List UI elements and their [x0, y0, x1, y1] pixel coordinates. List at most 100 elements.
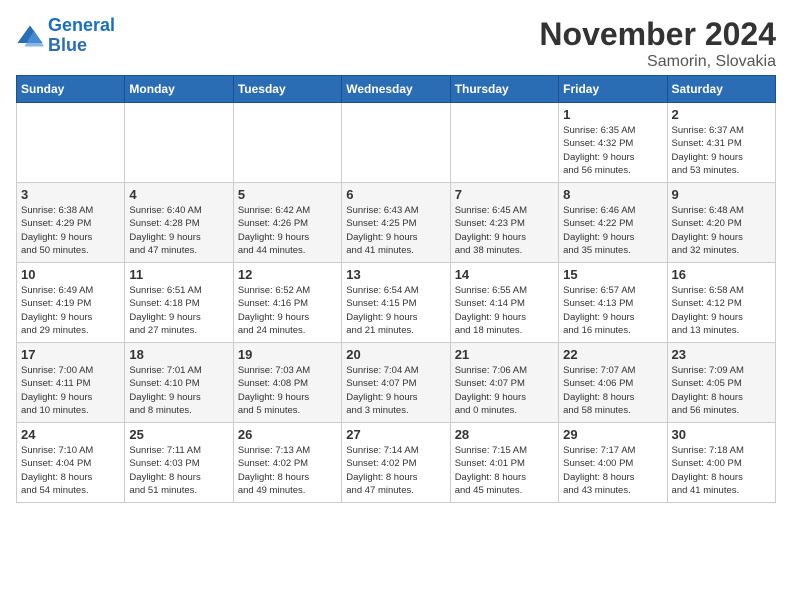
calendar-cell: 17 Sunrise: 7:00 AM Sunset: 4:11 PM Dayli…: [17, 343, 125, 423]
day-number: 5: [238, 187, 337, 202]
day-info: Sunrise: 6:49 AM Sunset: 4:19 PM Dayligh…: [21, 284, 120, 337]
day-number: 8: [563, 187, 662, 202]
day-info: Sunrise: 7:04 AM Sunset: 4:07 PM Dayligh…: [346, 364, 445, 417]
calendar-cell: 27 Sunrise: 7:14 AM Sunset: 4:02 PM Dayli…: [342, 423, 450, 503]
day-info: Sunrise: 6:55 AM Sunset: 4:14 PM Dayligh…: [455, 284, 554, 337]
logo-line1: General: [48, 15, 115, 35]
calendar-cell: 7Sunrise: 6:45 AM Sunset: 4:23 PM Daylig…: [450, 183, 558, 263]
calendar-cell: 11 Sunrise: 6:51 AM Sunset: 4:18 PM Dayli…: [125, 263, 233, 343]
day-info: Sunrise: 6:38 AM Sunset: 4:29 PM Dayligh…: [21, 204, 120, 257]
day-info: Sunrise: 6:48 AM Sunset: 4:20 PM Dayligh…: [672, 204, 771, 257]
header-wednesday: Wednesday: [342, 76, 450, 103]
calendar-cell: 5Sunrise: 6:42 AM Sunset: 4:26 PM Daylig…: [233, 183, 341, 263]
day-number: 13: [346, 267, 445, 282]
day-number: 2: [672, 107, 771, 122]
day-info: Sunrise: 7:10 AM Sunset: 4:04 PM Dayligh…: [21, 444, 120, 497]
day-number: 24: [21, 427, 120, 442]
calendar-cell: 18Sunrise: 7:01 AM Sunset: 4:10 PM Dayli…: [125, 343, 233, 423]
day-number: 6: [346, 187, 445, 202]
day-info: Sunrise: 6:51 AM Sunset: 4:18 PM Dayligh…: [129, 284, 228, 337]
day-info: Sunrise: 7:06 AM Sunset: 4:07 PM Dayligh…: [455, 364, 554, 417]
day-number: 27: [346, 427, 445, 442]
day-info: Sunrise: 7:00 AM Sunset: 4:11 PM Dayligh…: [21, 364, 120, 417]
calendar-cell: 22 Sunrise: 7:07 AM Sunset: 4:06 PM Dayli…: [559, 343, 667, 423]
day-info: Sunrise: 7:14 AM Sunset: 4:02 PM Dayligh…: [346, 444, 445, 497]
calendar-cell: 3 Sunrise: 6:38 AM Sunset: 4:29 PM Daylig…: [17, 183, 125, 263]
calendar-cell: 4 Sunrise: 6:40 AM Sunset: 4:28 PM Daylig…: [125, 183, 233, 263]
calendar-cell: 19 Sunrise: 7:03 AM Sunset: 4:08 PM Dayli…: [233, 343, 341, 423]
day-number: 30: [672, 427, 771, 442]
day-info: Sunrise: 6:58 AM Sunset: 4:12 PM Dayligh…: [672, 284, 771, 337]
day-info: Sunrise: 7:13 AM Sunset: 4:02 PM Dayligh…: [238, 444, 337, 497]
logo: General Blue: [16, 16, 115, 56]
page-container: General Blue November 2024 Samorin, Slov…: [0, 0, 792, 511]
calendar-cell: 21Sunrise: 7:06 AM Sunset: 4:07 PM Dayli…: [450, 343, 558, 423]
calendar-week-1: 1 Sunrise: 6:35 AM Sunset: 4:32 PM Daylig…: [17, 103, 776, 183]
day-number: 29: [563, 427, 662, 442]
day-info: Sunrise: 7:18 AM Sunset: 4:00 PM Dayligh…: [672, 444, 771, 497]
day-info: Sunrise: 6:43 AM Sunset: 4:25 PM Dayligh…: [346, 204, 445, 257]
calendar-week-3: 10 Sunrise: 6:49 AM Sunset: 4:19 PM Dayli…: [17, 263, 776, 343]
day-number: 16: [672, 267, 771, 282]
day-info: Sunrise: 7:07 AM Sunset: 4:06 PM Dayligh…: [563, 364, 662, 417]
calendar-cell: 30 Sunrise: 7:18 AM Sunset: 4:00 PM Dayli…: [667, 423, 775, 503]
day-info: Sunrise: 6:35 AM Sunset: 4:32 PM Dayligh…: [563, 124, 662, 177]
calendar-cell: 6 Sunrise: 6:43 AM Sunset: 4:25 PM Daylig…: [342, 183, 450, 263]
day-number: 10: [21, 267, 120, 282]
calendar-cell: 13 Sunrise: 6:54 AM Sunset: 4:15 PM Dayli…: [342, 263, 450, 343]
header-thursday: Thursday: [450, 76, 558, 103]
header-monday: Monday: [125, 76, 233, 103]
day-info: Sunrise: 6:45 AM Sunset: 4:23 PM Dayligh…: [455, 204, 554, 257]
day-number: 3: [21, 187, 120, 202]
calendar-cell: 10 Sunrise: 6:49 AM Sunset: 4:19 PM Dayli…: [17, 263, 125, 343]
calendar-cell: 9 Sunrise: 6:48 AM Sunset: 4:20 PM Daylig…: [667, 183, 775, 263]
day-number: 9: [672, 187, 771, 202]
calendar-cell: [125, 103, 233, 183]
day-number: 4: [129, 187, 228, 202]
day-info: Sunrise: 7:17 AM Sunset: 4:00 PM Dayligh…: [563, 444, 662, 497]
calendar-week-4: 17 Sunrise: 7:00 AM Sunset: 4:11 PM Dayli…: [17, 343, 776, 423]
day-info: Sunrise: 7:03 AM Sunset: 4:08 PM Dayligh…: [238, 364, 337, 417]
day-info: Sunrise: 6:54 AM Sunset: 4:15 PM Dayligh…: [346, 284, 445, 337]
day-info: Sunrise: 6:37 AM Sunset: 4:31 PM Dayligh…: [672, 124, 771, 177]
calendar-cell: 20Sunrise: 7:04 AM Sunset: 4:07 PM Dayli…: [342, 343, 450, 423]
day-number: 28: [455, 427, 554, 442]
calendar-cell: 24 Sunrise: 7:10 AM Sunset: 4:04 PM Dayli…: [17, 423, 125, 503]
calendar-cell: 23Sunrise: 7:09 AM Sunset: 4:05 PM Dayli…: [667, 343, 775, 423]
day-number: 17: [21, 347, 120, 362]
header-friday: Friday: [559, 76, 667, 103]
title-block: November 2024 Samorin, Slovakia: [539, 16, 776, 71]
day-info: Sunrise: 6:40 AM Sunset: 4:28 PM Dayligh…: [129, 204, 228, 257]
day-info: Sunrise: 7:15 AM Sunset: 4:01 PM Dayligh…: [455, 444, 554, 497]
day-info: Sunrise: 7:01 AM Sunset: 4:10 PM Dayligh…: [129, 364, 228, 417]
calendar-cell: 1 Sunrise: 6:35 AM Sunset: 4:32 PM Daylig…: [559, 103, 667, 183]
calendar-cell: 28 Sunrise: 7:15 AM Sunset: 4:01 PM Dayli…: [450, 423, 558, 503]
calendar-cell: 15Sunrise: 6:57 AM Sunset: 4:13 PM Dayli…: [559, 263, 667, 343]
day-number: 12: [238, 267, 337, 282]
header: General Blue November 2024 Samorin, Slov…: [16, 16, 776, 71]
header-tuesday: Tuesday: [233, 76, 341, 103]
day-number: 26: [238, 427, 337, 442]
day-number: 19: [238, 347, 337, 362]
day-number: 22: [563, 347, 662, 362]
calendar-cell: 29 Sunrise: 7:17 AM Sunset: 4:00 PM Dayli…: [559, 423, 667, 503]
day-number: 1: [563, 107, 662, 122]
logo-icon: [16, 22, 44, 50]
header-saturday: Saturday: [667, 76, 775, 103]
day-number: 25: [129, 427, 228, 442]
logo-text: General Blue: [48, 16, 115, 56]
calendar-cell: 25Sunrise: 7:11 AM Sunset: 4:03 PM Dayli…: [125, 423, 233, 503]
calendar-cell: [17, 103, 125, 183]
calendar-cell: 14 Sunrise: 6:55 AM Sunset: 4:14 PM Dayli…: [450, 263, 558, 343]
calendar-cell: 8Sunrise: 6:46 AM Sunset: 4:22 PM Daylig…: [559, 183, 667, 263]
calendar-cell: [450, 103, 558, 183]
subtitle: Samorin, Slovakia: [539, 53, 776, 71]
calendar-cell: 16 Sunrise: 6:58 AM Sunset: 4:12 PM Dayli…: [667, 263, 775, 343]
calendar-table: Sunday Monday Tuesday Wednesday Thursday…: [16, 75, 776, 503]
day-number: 15: [563, 267, 662, 282]
day-number: 11: [129, 267, 228, 282]
calendar-week-2: 3 Sunrise: 6:38 AM Sunset: 4:29 PM Daylig…: [17, 183, 776, 263]
logo-line2: Blue: [48, 35, 87, 55]
day-number: 14: [455, 267, 554, 282]
calendar-cell: 12Sunrise: 6:52 AM Sunset: 4:16 PM Dayli…: [233, 263, 341, 343]
